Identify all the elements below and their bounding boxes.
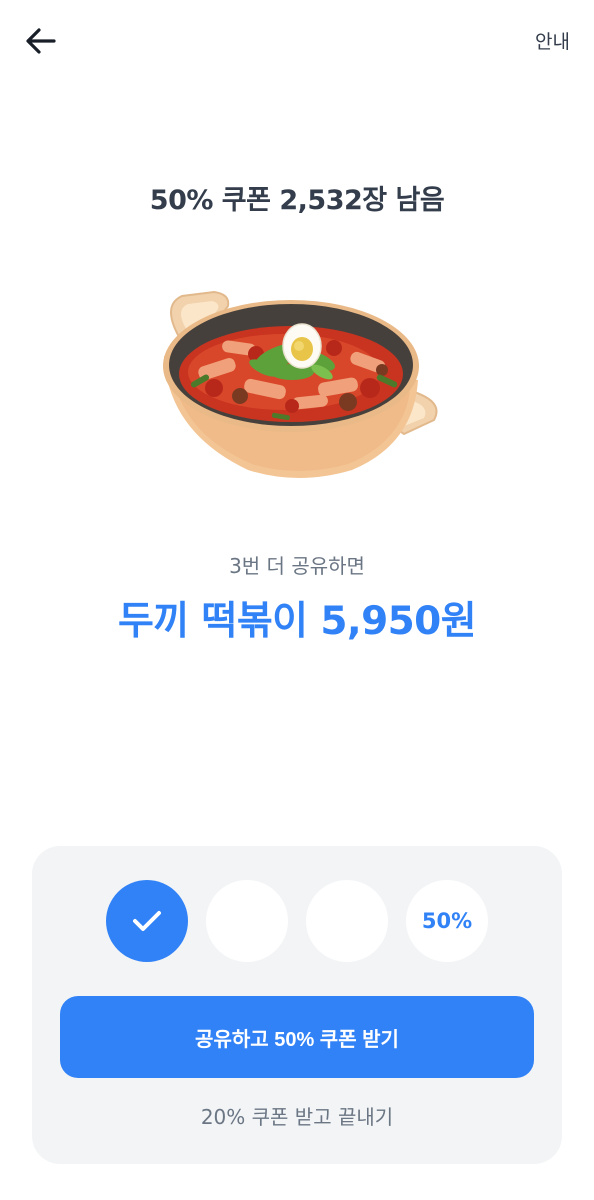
share-get-coupon-label: 공유하고 50% 쿠폰 받기 [195,1028,399,1051]
top-bar: 안내 [0,0,594,82]
share-step-2 [206,880,288,962]
share-step-final: 50% [406,880,488,962]
share-remaining-hint: 3번 더 공유하면 [229,554,365,578]
final-step-label: 50% [421,909,473,933]
take-20-coupon-and-exit-link[interactable]: 20% 쿠폰 받고 끝내기 [32,1101,562,1130]
product-price-title: 두끼 떡볶이 5,950원 [118,599,477,644]
arrow-left-icon [26,28,56,54]
share-progress-panel: 50% 공유하고 50% 쿠폰 받기 20% 쿠폰 받고 끝내기 [32,846,562,1164]
check-icon [133,911,161,931]
info-link[interactable]: 안내 [535,27,570,54]
share-get-coupon-button[interactable]: 공유하고 50% 쿠폰 받기 [60,996,534,1078]
tteokbokki-pot-image [163,290,438,478]
share-steps: 50% [32,880,562,962]
coupon-remaining-title: 50% 쿠폰 2,532장 남음 [149,185,445,216]
share-step-3 [306,880,388,962]
back-button[interactable] [20,20,62,62]
share-step-1-completed [106,880,188,962]
